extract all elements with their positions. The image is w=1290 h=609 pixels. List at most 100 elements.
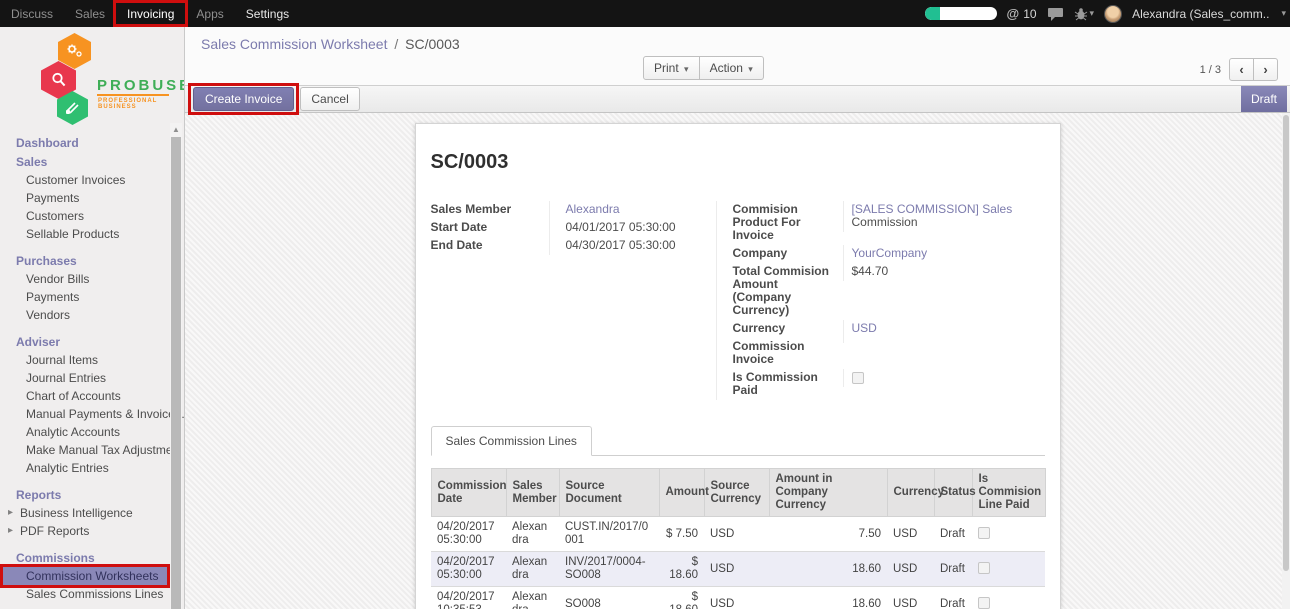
sidebar-item[interactable]: Payments — [0, 189, 170, 207]
page-scrollbar[interactable] — [1282, 113, 1290, 609]
cell-source-document: INV/2017/0004-SO008 — [559, 552, 659, 587]
pager-value: 1 / 3 — [1200, 64, 1221, 76]
pager-previous-button[interactable]: ‹ — [1229, 58, 1254, 81]
line-paid-checkbox[interactable] — [978, 562, 990, 574]
activity-at-icon: @ — [1007, 6, 1020, 21]
field-value[interactable]: 04/30/2017 05:30:00 — [566, 238, 676, 252]
total-commission-value: $44.70 — [852, 264, 889, 278]
column-header: Amount in Company Currency — [769, 469, 887, 517]
sidebar-item[interactable]: Business Intelligence — [0, 504, 170, 522]
sidebar-item[interactable]: Customer Invoices — [0, 171, 170, 189]
activity-counter[interactable]: @ 10 — [1007, 6, 1037, 21]
field-label: Start Date — [431, 219, 549, 237]
cancel-button[interactable]: Cancel — [300, 87, 359, 111]
table-header-row: Commission DateSales MemberSource Docume… — [431, 469, 1045, 517]
commission-product-link[interactable]: [SALES COMMISSION] Sales — [852, 202, 1013, 216]
topbar-menu-item[interactable]: Invoicing — [116, 0, 185, 27]
sidebar-scrollbar-thumb[interactable] — [171, 137, 181, 609]
is-commission-paid-checkbox[interactable] — [852, 372, 864, 384]
field-row: End Date 04/30/2017 05:30:00 — [431, 237, 716, 255]
page-scrollbar-thumb[interactable] — [1283, 115, 1289, 571]
print-button[interactable]: Print ▾ — [643, 56, 700, 80]
logo-tagline: PROFESSIONAL BUSINESS — [98, 98, 184, 110]
sidebar-scrollbar[interactable]: ▲ — [170, 123, 182, 609]
topbar-menu-item[interactable]: Sales — [64, 0, 116, 27]
field-value[interactable]: Alexandra — [566, 202, 620, 216]
topbar-menu-item[interactable]: Discuss — [0, 0, 64, 27]
chevron-left-icon: ‹ — [1239, 62, 1243, 77]
field-row: Commision Product For Invoice [SALES COM… — [717, 201, 1045, 245]
field-label: End Date — [431, 237, 549, 255]
table-row[interactable]: 04/20/2017 05:30:00 Alexandra CUST.IN/20… — [431, 517, 1045, 552]
sidebar-item[interactable]: Vendors — [0, 306, 170, 324]
sidebar-item[interactable]: Journal Entries — [0, 369, 170, 387]
logo-name: PROBUSE — [97, 77, 185, 94]
breadcrumb-current: SC/0003 — [405, 36, 459, 52]
sidebar-item[interactable]: Make Manual Tax Adjustme... — [0, 441, 170, 459]
sidebar-item[interactable]: Commissions — [0, 549, 170, 567]
avatar[interactable] — [1104, 5, 1122, 23]
column-header: Commission Date — [431, 469, 506, 517]
form-sheet: SC/0003 Sales Member Alexandra — [415, 123, 1061, 609]
messages-icon[interactable] — [1047, 7, 1064, 21]
field-row: Sales Member Alexandra — [431, 201, 716, 219]
sidebar-item[interactable]: Reports — [0, 486, 170, 504]
cell-amount: $ 18.60 — [659, 552, 704, 587]
field-group-right: Commision Product For Invoice [SALES COM… — [716, 201, 1045, 400]
logo-rule — [97, 94, 169, 96]
table-row[interactable]: 04/20/2017 05:30:00 Alexandra INV/2017/0… — [431, 552, 1045, 587]
sidebar-item[interactable]: Vendor Bills — [0, 270, 170, 288]
field-label: Commission Invoice — [717, 338, 843, 369]
sidebar-item[interactable]: Journal Items — [0, 351, 170, 369]
breadcrumb: Sales Commission Worksheet / SC/0003 — [201, 36, 460, 52]
topbar-menu-item[interactable]: Apps — [185, 0, 234, 27]
sidebar-item[interactable]: Analytic Accounts — [0, 423, 170, 441]
record-title: SC/0003 — [431, 151, 1045, 174]
main-layout: PROBUSE PROFESSIONAL BUSINESS Dashboard … — [0, 27, 1290, 609]
sidebar-item[interactable]: Analytic Entries — [0, 459, 170, 477]
cell-source-currency: USD — [704, 517, 769, 552]
sidebar-item[interactable]: Purchases — [0, 252, 170, 270]
commission-product-rest: Commission — [852, 215, 918, 229]
debug-icon[interactable]: ▾ — [1074, 7, 1095, 21]
topbar: Discuss Sales Invoicing Apps — [0, 0, 1290, 27]
pager-next-button[interactable]: › — [1253, 58, 1278, 81]
scroll-up-arrow-icon[interactable]: ▲ — [170, 123, 182, 136]
table-row[interactable]: 04/20/2017 10:35:53 Alexandra SO008 $ 18… — [431, 587, 1045, 609]
line-paid-checkbox[interactable] — [978, 527, 990, 539]
sidebar-item[interactable]: Chart of Accounts — [0, 387, 170, 405]
tab-sales-commission-lines[interactable]: Sales Commission Lines — [431, 426, 592, 456]
action-button[interactable]: Action ▾ — [699, 56, 764, 80]
caret-down-icon: ▾ — [1090, 8, 1095, 19]
create-invoice-button[interactable]: Create Invoice — [193, 87, 294, 111]
topbar-right: @ 10 ▾ Alexandra (Sales_comm.. ▾ — [925, 0, 1290, 27]
breadcrumb-link[interactable]: Sales Commission Worksheet — [201, 36, 387, 52]
user-menu[interactable]: Alexandra (Sales_comm.. — [1132, 7, 1269, 21]
timer-pill — [925, 7, 997, 20]
sidebar-item[interactable]: Dashboard — [0, 134, 170, 152]
sidebar-item[interactable]: Adviser — [0, 333, 170, 351]
sidebar-item[interactable]: Sales — [0, 153, 170, 171]
column-header: Status — [934, 469, 972, 517]
field-value[interactable]: 04/01/2017 05:30:00 — [566, 220, 676, 234]
cell-commission-date: 04/20/2017 05:30:00 — [431, 517, 506, 552]
sidebar-item[interactable]: Payments — [0, 288, 170, 306]
sidebar-item[interactable]: Customers — [0, 207, 170, 225]
topbar-menu-item[interactable]: Settings — [235, 0, 300, 27]
activity-count: 10 — [1023, 7, 1036, 21]
currency-link[interactable]: USD — [852, 321, 877, 335]
company-link[interactable]: YourCompany — [852, 246, 928, 260]
cell-status: Draft — [934, 587, 972, 609]
sidebar-item[interactable]: Commission Worksheets — [0, 567, 170, 585]
sidebar-item[interactable]: Sales Commissions Lines — [0, 585, 170, 603]
cell-currency: USD — [887, 517, 934, 552]
sidebar-item[interactable]: Manual Payments & Invoice... — [0, 405, 170, 423]
cell-commission-date: 04/20/2017 05:30:00 — [431, 552, 506, 587]
cell-amount: $ 7.50 — [659, 517, 704, 552]
sidebar-item[interactable]: Sellable Products — [0, 225, 170, 243]
cell-amount: $ 18.60 — [659, 587, 704, 609]
field-label: Currency — [717, 320, 843, 338]
caret-down-icon: ▾ — [1281, 8, 1286, 19]
line-paid-checkbox[interactable] — [978, 597, 990, 609]
sidebar-item[interactable]: PDF Reports — [0, 522, 170, 540]
